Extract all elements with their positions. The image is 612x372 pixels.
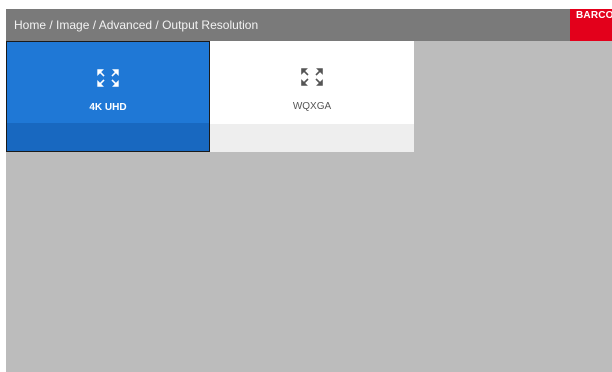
breadcrumb[interactable]: Home / Image / Advanced / Output Resolut…: [14, 18, 258, 32]
resolution-label: WQXGA: [292, 101, 332, 112]
resolution-tile-wqxga[interactable]: WQXGA: [210, 41, 414, 152]
resolution-label: 4K UHD: [89, 102, 127, 113]
resolution-tile-4k-uhd[interactable]: 4K UHD: [6, 41, 210, 152]
logo-text: BARCO: [576, 10, 612, 21]
tile-footer: [7, 123, 209, 151]
screen: Home / Image / Advanced / Output Resolut…: [6, 9, 612, 372]
expand-arrows-icon: [301, 68, 323, 86]
expand-arrows-icon: [97, 69, 119, 87]
barco-logo: BARCO: [570, 9, 612, 41]
header-bar: Home / Image / Advanced / Output Resolut…: [6, 9, 612, 41]
tile-footer: [210, 124, 414, 152]
